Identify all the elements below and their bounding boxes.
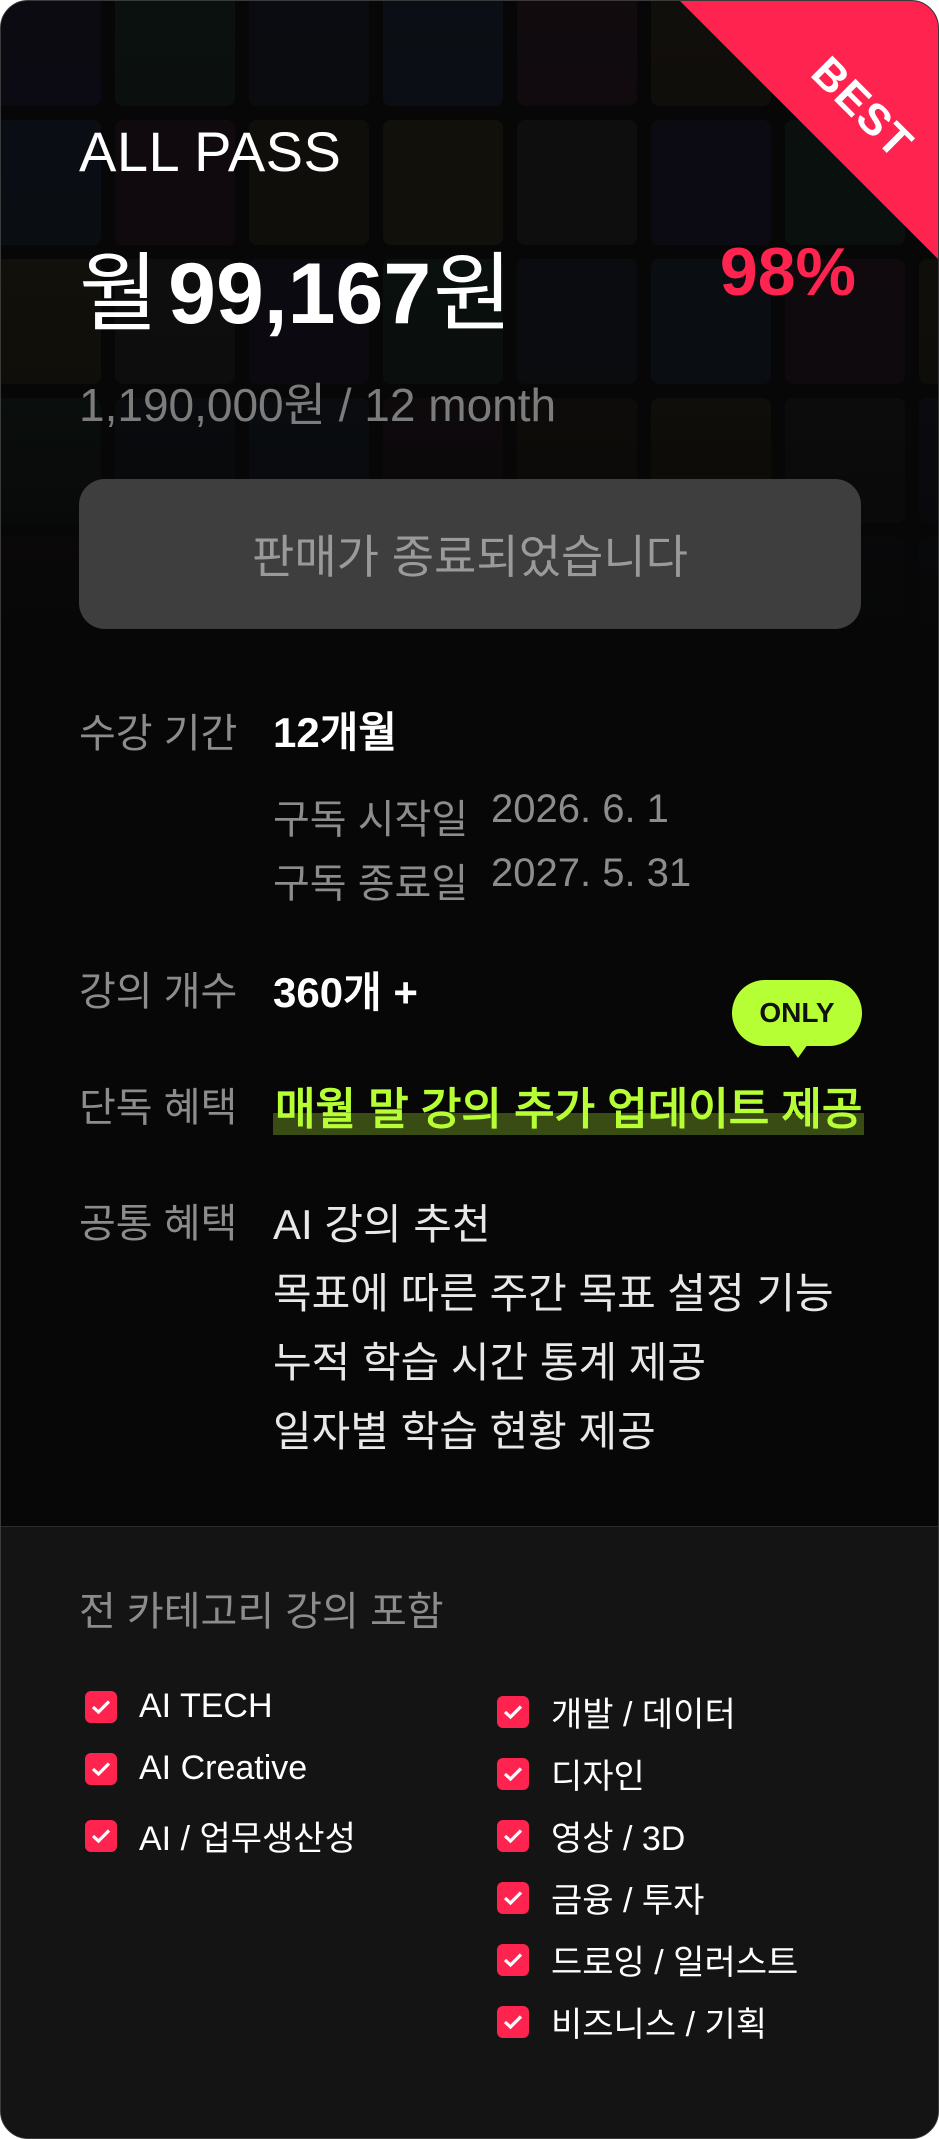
discount-rate: 98% (719, 234, 856, 310)
monthly-price: 월 99,167원 (79, 223, 512, 348)
check-icon (497, 1695, 529, 1728)
lecture-count-label: 강의 개수 (79, 970, 238, 1014)
category-item: 드로잉 / 일러스트 (497, 1935, 798, 1984)
category-item: 영상 / 3D (497, 1811, 685, 1860)
start-date-label: 구독 시작일 (273, 798, 469, 842)
check-icon (497, 1943, 529, 1976)
category-item: AI Creative (85, 1749, 307, 1788)
category-item: 디자인 (497, 1749, 645, 1798)
plan-name: ALL PASS (79, 120, 342, 183)
category-item: 개발 / 데이터 (497, 1687, 736, 1736)
only-badge: ONLY (732, 980, 862, 1058)
category-item: 비즈니스 / 기획 (497, 1997, 767, 2046)
common-benefit-item: AI 강의 추천 (273, 1201, 491, 1248)
period-value: 12개월 (273, 709, 397, 756)
lecture-count-value: 360개 + (273, 969, 418, 1016)
exclusive-benefit-text: 매월 말 강의 추가 업데이트 제공 (275, 1085, 863, 1134)
category-item: 금융 / 투자 (497, 1873, 704, 1922)
check-icon (85, 1752, 117, 1785)
end-date-label: 구독 종료일 (273, 862, 469, 906)
category-label: 비즈니스 / 기획 (551, 2006, 768, 2044)
start-date-value: 2026. 6. 1 (491, 787, 669, 831)
category-label: 금융 / 투자 (551, 1882, 705, 1920)
exclusive-benefit: 매월 말 강의 추가 업데이트 제공 (273, 1073, 865, 1137)
check-icon (497, 1881, 529, 1914)
category-item: AI TECH (85, 1687, 273, 1726)
sold-out-button[interactable]: 판매가 종료되었습니다 (79, 479, 861, 629)
category-label: AI / 업무생산성 (139, 1820, 356, 1858)
category-label: 드로잉 / 일러스트 (551, 1944, 799, 1982)
category-section-title: 전 카테고리 강의 포함 (79, 1590, 444, 1634)
common-benefit-item: 누적 학습 시간 통계 제공 (273, 1339, 707, 1386)
common-benefit-label: 공통 혜택 (79, 1202, 238, 1246)
total-price: 1,190,000원 / 12 month (79, 379, 557, 431)
end-date-value: 2027. 5. 31 (491, 851, 692, 895)
period-label: 수강 기간 (79, 712, 238, 756)
category-label: 영상 / 3D (551, 1820, 686, 1858)
category-section: 전 카테고리 강의 포함 AI TECH AI Creative AI / 업무… (1, 1526, 938, 2138)
plan-card: BEST ALL PASS 월 99,167원 98% 1,190,000원 / … (0, 0, 939, 2139)
price-suffix: 원 (433, 246, 513, 342)
check-icon (497, 1819, 529, 1852)
category-label: AI TECH (139, 1687, 273, 1725)
common-benefit-item: 일자별 학습 현황 제공 (273, 1408, 656, 1455)
check-icon (85, 1690, 117, 1723)
category-item: AI / 업무생산성 (85, 1811, 356, 1860)
check-icon (497, 2005, 529, 2038)
common-benefit-item: 목표에 따른 주간 목표 설정 기능 (273, 1270, 834, 1317)
category-label: 개발 / 데이터 (551, 1696, 736, 1734)
exclusive-benefit-label: 단독 혜택 (79, 1086, 238, 1130)
price-prefix: 월 (79, 246, 159, 342)
category-label: 디자인 (551, 1758, 645, 1796)
check-icon (85, 1819, 117, 1852)
category-label: AI Creative (139, 1749, 308, 1787)
check-icon (497, 1757, 529, 1790)
price-amount: 99,167 (168, 246, 432, 342)
